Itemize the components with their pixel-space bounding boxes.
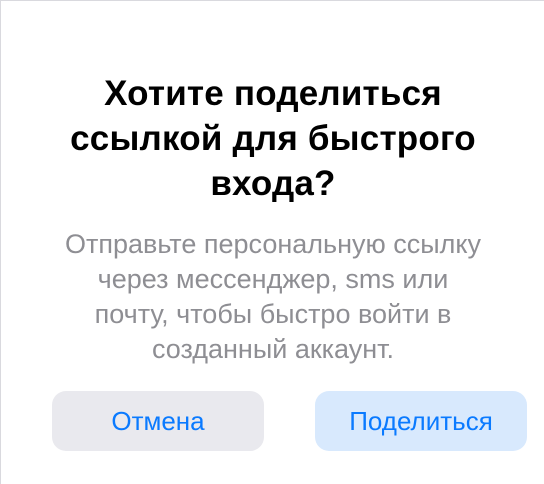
cancel-button[interactable]: Отмена [52,391,264,451]
share-button[interactable]: Поделиться [315,391,527,451]
screen-frame: Хотите поделиться ссылкой для быстрого в… [0,0,544,484]
dialog-message: Отправьте персональную ссылку через месс… [64,229,482,364]
share-button-label: Поделиться [349,405,493,436]
cancel-button-label: Отмена [111,405,205,436]
dialog-title: Хотите поделиться ссылкой для быстрого в… [70,74,476,203]
share-link-dialog: Хотите поделиться ссылкой для быстрого в… [1,1,544,484]
